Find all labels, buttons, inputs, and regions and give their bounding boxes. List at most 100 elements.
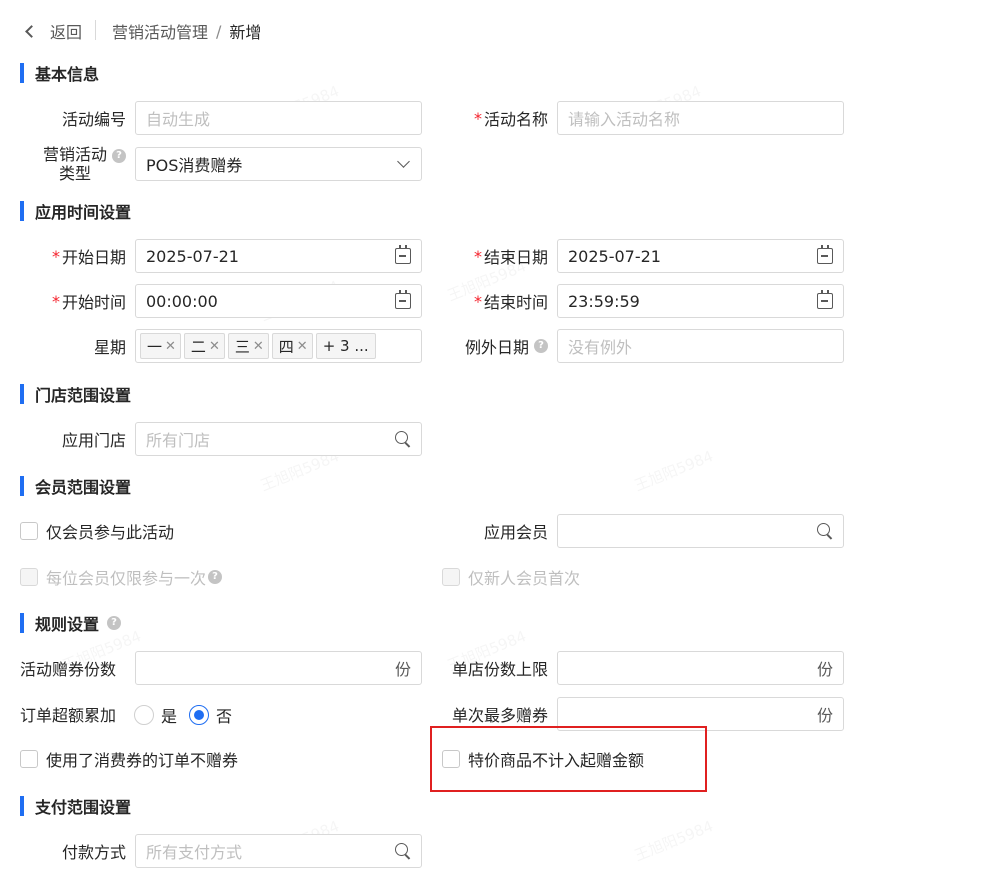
label-text: 活动名称 [483, 110, 548, 129]
label-text: 付款方式 [61, 843, 126, 862]
placeholder: 没有例外 [568, 338, 633, 357]
checkbox-box[interactable] [20, 522, 38, 540]
exception-date-input[interactable]: 没有例外 [557, 329, 844, 363]
apply-store-input[interactable]: 所有门店 [135, 422, 422, 456]
breadcrumb-parent[interactable]: 营销活动管理 [112, 19, 208, 43]
label-text: 应用会员 [483, 523, 548, 542]
chevron-left-icon [25, 24, 38, 38]
radio-no[interactable]: 否 [189, 703, 232, 727]
checkbox-box[interactable] [442, 568, 460, 586]
apply-store-label: 应用门店 [20, 422, 126, 456]
required-mark: * [51, 246, 60, 266]
section-time-settings: 应用时间设置 [20, 200, 131, 222]
tag-label: 四 [278, 337, 294, 356]
unit-suffix: 份 [816, 706, 833, 725]
help-icon[interactable]: ? [107, 616, 122, 630]
label-text: 结束时间 [483, 293, 548, 312]
chevron-down-icon [397, 155, 411, 168]
new-member-first-checkbox[interactable]: 仅新人会员首次 [442, 565, 580, 589]
help-icon[interactable]: ? [208, 570, 223, 584]
weekday-multiselect[interactable]: 一 ✕ 二 ✕ 三 ✕ 四 ✕ + 3 ... [135, 329, 422, 363]
label-text: 星期 [93, 338, 126, 357]
checkbox-box[interactable] [20, 568, 38, 586]
close-icon[interactable]: ✕ [253, 339, 264, 354]
end-date-label: * 结束日期 [440, 239, 548, 273]
start-date-label: * 开始日期 [20, 239, 126, 273]
search-icon[interactable] [395, 843, 411, 859]
header-divider [95, 20, 96, 40]
label-text: 开始时间 [61, 293, 126, 312]
activity-name-input[interactable]: 请输入活动名称 [557, 101, 844, 135]
section-basic-info: 基本信息 [20, 62, 99, 84]
accumulate-label: 订单超额累加 [20, 697, 126, 731]
placeholder: 自动生成 [146, 110, 211, 129]
select-value: POS消费赠券 [146, 156, 243, 175]
exception-date-label: 例外日期 ? [440, 329, 548, 363]
close-icon[interactable]: ✕ [165, 339, 176, 354]
section-marker [20, 796, 24, 816]
weekday-tag[interactable]: 一 ✕ [140, 333, 181, 359]
calendar-icon [817, 290, 833, 309]
start-time-picker[interactable]: 00:00:00 [135, 284, 422, 318]
calendar-icon [817, 245, 833, 264]
checkbox-label: 仅会员参与此活动 [46, 523, 175, 542]
section-title: 门店范围设置 [35, 386, 132, 405]
required-mark: * [473, 246, 482, 266]
radio-label: 是 [161, 707, 178, 726]
weekday-tag[interactable]: 四 ✕ [271, 333, 313, 359]
calendar-icon [395, 245, 411, 264]
search-icon[interactable] [817, 523, 833, 539]
help-icon[interactable]: ? [534, 339, 548, 353]
end-time-picker[interactable]: 23:59:59 [557, 284, 844, 318]
once-per-member-checkbox[interactable]: 每位会员仅限参与一次 ? [20, 565, 223, 589]
label-text: 例外日期 [464, 338, 529, 357]
unit-suffix: 份 [394, 660, 411, 679]
payment-method-input[interactable]: 所有支付方式 [135, 834, 422, 868]
activity-name-label: * 活动名称 [440, 101, 548, 135]
used-coupon-checkbox[interactable]: 使用了消费券的订单不赠券 [20, 747, 238, 771]
payment-method-label: 付款方式 [20, 834, 126, 868]
placeholder: 所有支付方式 [146, 843, 243, 862]
section-member-range: 会员范围设置 [20, 475, 131, 497]
radio-circle[interactable] [189, 705, 210, 725]
activity-code-label: 活动编号 [20, 101, 126, 135]
activity-type-select[interactable]: POS消费赠券 [135, 147, 422, 181]
coupon-count-input[interactable]: 份 [135, 651, 422, 685]
placeholder: 所有门店 [146, 431, 211, 450]
calendar-icon [395, 290, 411, 309]
checkbox-label: 每位会员仅限参与一次 [46, 569, 207, 588]
checkbox-label: 使用了消费券的订单不赠券 [46, 751, 239, 770]
activity-code-input[interactable]: 自动生成 [135, 101, 422, 135]
radio-circle[interactable] [134, 705, 154, 725]
watermark: 王旭阳5984 [631, 815, 716, 866]
breadcrumb-current: 新增 [229, 23, 262, 42]
label-text: 单店份数上限 [451, 660, 548, 679]
store-limit-input[interactable]: 份 [557, 651, 844, 685]
required-mark: * [473, 108, 482, 128]
section-store-range: 门店范围设置 [20, 383, 131, 405]
label-text: 开始日期 [61, 248, 126, 267]
label-text-wrap: 营销活动 类型 [43, 145, 107, 183]
start-date-picker[interactable]: 2025-07-21 [135, 239, 422, 273]
end-time-label: * 结束时间 [440, 284, 548, 318]
weekday-label: 星期 [20, 329, 126, 363]
section-marker [20, 63, 24, 83]
close-icon[interactable]: ✕ [297, 339, 308, 354]
tag-label: 二 [190, 337, 206, 356]
search-icon[interactable] [395, 431, 411, 447]
close-icon[interactable]: ✕ [209, 339, 220, 354]
end-date-picker[interactable]: 2025-07-21 [557, 239, 844, 273]
weekday-tag[interactable]: 三 ✕ [227, 333, 269, 359]
back-button[interactable]: 返回 [22, 18, 82, 44]
only-member-checkbox[interactable]: 仅会员参与此活动 [20, 519, 174, 543]
weekday-more-tag[interactable]: + 3 ... [315, 333, 376, 359]
checkbox-box[interactable] [20, 750, 38, 768]
date-value: 2025-07-21 [568, 246, 661, 266]
radio-yes[interactable]: 是 [134, 703, 177, 727]
label-text: 单次最多赠券 [451, 706, 548, 725]
weekday-tag[interactable]: 二 ✕ [183, 333, 225, 359]
section-title: 应用时间设置 [35, 203, 132, 222]
help-icon[interactable]: ? [112, 149, 126, 163]
section-marker [20, 384, 24, 404]
apply-member-input[interactable] [557, 514, 844, 548]
